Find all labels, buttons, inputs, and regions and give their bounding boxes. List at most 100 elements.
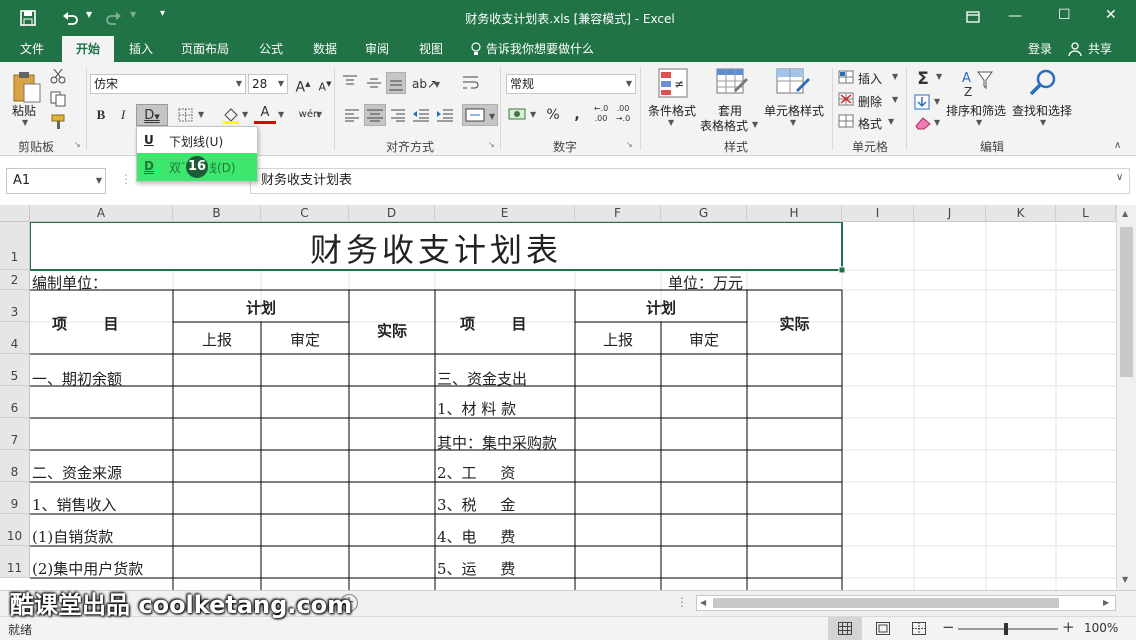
sheet-title-cell[interactable]: 财务收支计划表: [30, 224, 842, 276]
row-header[interactable]: 10: [0, 514, 30, 546]
header-plan-cell[interactable]: 计划: [173, 297, 349, 318]
number-launcher-icon[interactable]: ↘: [626, 140, 633, 149]
tab-view[interactable]: 视图: [408, 36, 454, 62]
column-header[interactable]: H: [747, 205, 842, 222]
collapse-ribbon-icon[interactable]: ∧: [1114, 140, 1121, 151]
align-middle-icon[interactable]: [366, 76, 382, 90]
fill-dropdown-icon[interactable]: ▼: [934, 97, 940, 106]
right-item-cell[interactable]: 2、工 资: [437, 462, 515, 483]
right-item-cell[interactable]: 三、资金支出: [437, 368, 527, 389]
left-item-cell[interactable]: 1、销售收入: [32, 494, 117, 515]
increase-font-icon[interactable]: A▲: [292, 73, 314, 96]
format-painter-icon[interactable]: [50, 114, 68, 130]
cell-styles-dropdown-icon[interactable]: ▼: [790, 118, 796, 127]
orientation-dropdown-icon[interactable]: ▼: [434, 80, 440, 89]
column-header[interactable]: C: [261, 205, 349, 222]
tab-data[interactable]: 数据: [302, 36, 348, 62]
autosum-icon[interactable]: Σ: [912, 68, 934, 90]
header-report-cell[interactable]: 上报: [575, 329, 661, 350]
merge-center-icon[interactable]: ▼: [462, 104, 498, 126]
underline-menu-item[interactable]: U 下划线(U): [137, 129, 257, 153]
find-select-button[interactable]: 查找和选择: [1012, 102, 1072, 119]
fill-color-dropdown-icon[interactable]: ▼: [242, 110, 248, 119]
tab-formulas[interactable]: 公式: [248, 36, 294, 62]
currency-dropdown-icon[interactable]: ▼: [530, 110, 536, 119]
formula-input[interactable]: 财务收支计划表: [250, 168, 1130, 194]
paste-label[interactable]: 粘贴: [12, 102, 36, 119]
insert-cells-dropdown-icon[interactable]: ▼: [892, 72, 898, 81]
font-size-select[interactable]: 28 ▼: [248, 74, 288, 94]
column-header[interactable]: A: [30, 205, 173, 222]
decrease-decimal-icon[interactable]: .00 →.0: [612, 104, 634, 126]
number-format-select[interactable]: 常规 ▼: [506, 74, 636, 94]
column-header[interactable]: E: [435, 205, 575, 222]
column-header[interactable]: D: [349, 205, 435, 222]
row-header[interactable]: 8: [0, 450, 30, 482]
column-header[interactable]: I: [842, 205, 914, 222]
tab-review[interactable]: 审阅: [354, 36, 400, 62]
bold-icon[interactable]: B: [90, 104, 112, 126]
conditional-format-icon[interactable]: ≠: [658, 68, 690, 100]
clipboard-launcher-icon[interactable]: ↘: [74, 140, 81, 149]
delete-cells-button[interactable]: 删除: [858, 93, 882, 110]
left-item-cell[interactable]: 二、资金来源: [32, 462, 122, 483]
row-header[interactable]: 2: [0, 270, 30, 290]
tab-home[interactable]: 开始: [62, 36, 114, 62]
decrease-font-icon[interactable]: A▼: [314, 73, 336, 95]
zoom-in-icon[interactable]: +: [1062, 618, 1075, 636]
zoom-slider[interactable]: [958, 628, 1058, 630]
sort-filter-button[interactable]: 排序和筛选: [946, 102, 1006, 119]
row-header[interactable]: 4: [0, 322, 30, 354]
right-item-cell[interactable]: 1、材 料 款: [437, 398, 516, 419]
paste-dropdown-icon[interactable]: ▼: [22, 118, 28, 127]
zoom-out-icon[interactable]: −: [942, 618, 955, 636]
column-header[interactable]: L: [1056, 205, 1116, 222]
percent-style-icon[interactable]: %: [542, 104, 564, 126]
minimize-button[interactable]: —: [1008, 8, 1022, 24]
alignment-launcher-icon[interactable]: ↘: [488, 140, 495, 149]
tell-me-search[interactable]: 告诉我你想要做什么: [486, 36, 606, 62]
unit-cell[interactable]: 单位：万元: [668, 272, 743, 293]
conditional-format-dropdown-icon[interactable]: ▼: [668, 118, 674, 127]
delete-cells-dropdown-icon[interactable]: ▼: [892, 95, 898, 104]
paste-icon[interactable]: [12, 70, 42, 104]
zoom-level[interactable]: 100%: [1084, 621, 1118, 635]
cell-styles-button[interactable]: 单元格样式: [764, 102, 824, 119]
tab-insert[interactable]: 插入: [118, 36, 164, 62]
format-cells-button[interactable]: 格式: [858, 115, 882, 132]
horizontal-scrollbar[interactable]: ◀ ▶: [696, 595, 1116, 611]
underline-dropdown-button[interactable]: D▼: [136, 104, 168, 126]
autosum-dropdown-icon[interactable]: ▼: [936, 72, 942, 81]
select-all-corner[interactable]: [0, 205, 30, 222]
expand-formula-bar-icon[interactable]: ∨: [1116, 172, 1123, 183]
conditional-format-button[interactable]: 条件格式: [648, 102, 696, 119]
font-color-icon[interactable]: A: [254, 104, 276, 124]
insert-cells-icon[interactable]: [838, 70, 854, 84]
left-item-cell[interactable]: (2)集中用户货款: [32, 558, 143, 579]
header-approve-cell[interactable]: 审定: [261, 329, 349, 350]
row-header[interactable]: 3: [0, 290, 30, 322]
ribbon-display-options-icon[interactable]: [966, 10, 980, 24]
row-header[interactable]: 1: [0, 222, 30, 270]
orientation-icon[interactable]: ab↗: [412, 73, 437, 95]
find-select-icon[interactable]: [1028, 68, 1058, 98]
scroll-down-icon[interactable]: ▼: [1122, 575, 1128, 584]
worksheet-grid[interactable]: [30, 222, 1116, 590]
page-layout-view-icon[interactable]: [876, 622, 890, 635]
compiler-unit-cell[interactable]: 编制单位：: [32, 272, 107, 293]
tab-file[interactable]: 文件: [8, 36, 56, 62]
insert-cells-button[interactable]: 插入: [858, 70, 882, 87]
border-dropdown-icon[interactable]: ▼: [198, 110, 204, 119]
italic-icon[interactable]: I: [112, 104, 134, 126]
fill-color-icon[interactable]: [222, 106, 240, 124]
find-select-dropdown-icon[interactable]: ▼: [1040, 118, 1046, 127]
right-item-cell[interactable]: 3、税 金: [437, 494, 515, 515]
header-actual-cell[interactable]: 实际: [747, 313, 842, 334]
vertical-scrollbar[interactable]: ▲ ▼: [1116, 205, 1136, 590]
scroll-up-icon[interactable]: ▲: [1122, 209, 1128, 218]
align-bottom-icon[interactable]: [386, 72, 406, 94]
row-header[interactable]: 6: [0, 386, 30, 418]
vertical-scroll-thumb[interactable]: [1120, 227, 1133, 377]
sort-filter-dropdown-icon[interactable]: ▼: [976, 118, 982, 127]
font-color-dropdown-icon[interactable]: ▼: [278, 110, 284, 119]
